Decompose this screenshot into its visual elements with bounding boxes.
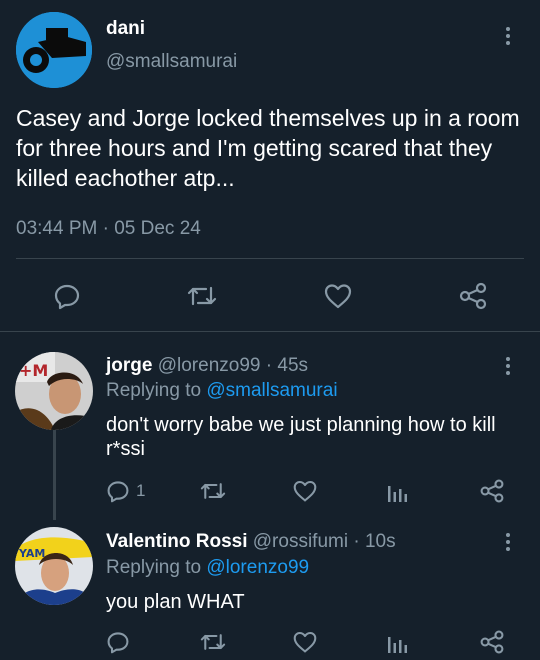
like-icon[interactable] [292, 630, 318, 654]
retweet-icon[interactable] [199, 630, 227, 654]
more-options-icon[interactable] [498, 24, 518, 48]
tweet-text: Casey and Jorge locked themselves up in … [16, 105, 520, 191]
reply-icon[interactable]: 1 [106, 479, 145, 503]
reply-icon[interactable] [53, 282, 81, 310]
author-name[interactable]: Valentino Rossi [106, 531, 247, 552]
rossi-avatar-icon: YAM [15, 527, 93, 605]
more-options-icon[interactable] [498, 530, 518, 554]
avatar[interactable] [16, 12, 92, 88]
author-handle[interactable]: @lorenzo99 [158, 355, 261, 376]
author-name[interactable]: dani [106, 18, 145, 40]
analytics-icon[interactable] [386, 480, 408, 502]
reply-header: Valentino Rossi @rossifumi · 10s [106, 531, 396, 553]
divider [16, 258, 524, 259]
replying-to-label: Replying to [106, 380, 202, 401]
svg-text:+M: +M [19, 361, 48, 380]
like-icon[interactable] [292, 479, 318, 503]
more-options-icon[interactable] [498, 354, 518, 378]
thread-line [53, 430, 56, 520]
reply-text: don't worry babe we just planning how to… [106, 414, 496, 460]
replying-to: Replying to @smallsamurai [106, 380, 338, 402]
reply-time: · 10s [353, 531, 396, 552]
replying-to-label: Replying to [106, 557, 202, 578]
avatar[interactable]: +M [15, 352, 93, 430]
divider [0, 331, 540, 332]
like-icon[interactable] [323, 282, 353, 310]
reply-icon[interactable] [106, 630, 130, 654]
reply-time: · 45s [265, 355, 309, 376]
author-handle[interactable]: @rossifumi [253, 531, 348, 552]
share-icon[interactable] [458, 281, 488, 311]
retweet-icon[interactable] [199, 479, 227, 503]
share-icon[interactable] [479, 478, 505, 504]
author-handle[interactable]: @smallsamurai [106, 51, 237, 73]
tweet-timestamp: 03:44 PM · 05 Dec 24 [16, 218, 201, 239]
reply-text: you plan WHAT [106, 591, 245, 613]
svg-text:YAM: YAM [18, 547, 45, 560]
reply-count: 1 [136, 481, 146, 500]
share-icon[interactable] [479, 629, 505, 655]
analytics-icon[interactable] [386, 631, 408, 653]
replying-to: Replying to @lorenzo99 [106, 557, 309, 579]
reply-header: jorge @lorenzo99 · 45s [106, 355, 308, 377]
replying-to-link[interactable]: @smallsamurai [206, 380, 337, 401]
jorge-avatar-icon: +M [15, 352, 93, 430]
replying-to-link[interactable]: @lorenzo99 [206, 557, 309, 578]
retweet-icon[interactable] [186, 282, 218, 310]
avatar[interactable]: YAM [15, 527, 93, 605]
author-name[interactable]: jorge [106, 355, 152, 376]
motorcycle-avatar-icon [16, 12, 92, 88]
